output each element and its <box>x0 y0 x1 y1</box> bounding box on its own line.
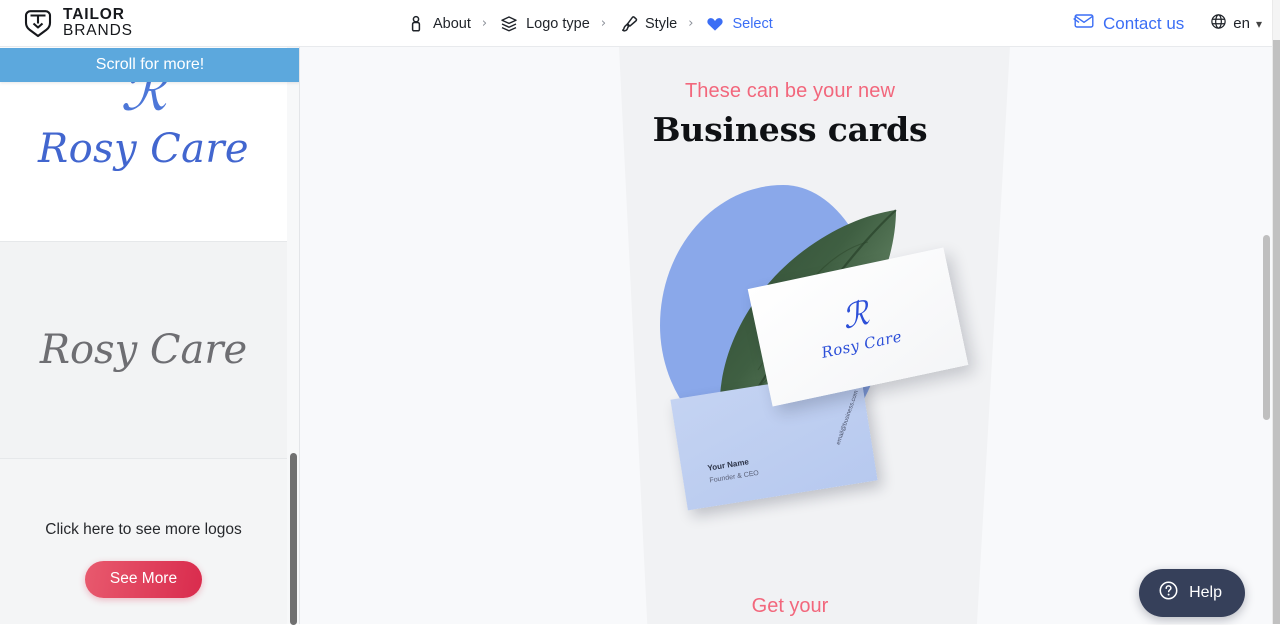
heart-icon <box>705 14 725 34</box>
nav-chevron-3-icon: › <box>688 16 693 31</box>
chevron-down-icon: ▾ <box>1256 17 1262 31</box>
logo-results-sidebar[interactable]: Scroll for more! ℛ Rosy Care Rosy Care C… <box>0 47 300 624</box>
question-circle-icon <box>1158 580 1179 606</box>
card-role-value: Founder & CEO <box>709 470 759 485</box>
wizard-step-nav: About › Logo type › Style › <box>406 0 773 47</box>
paintbrush-icon <box>618 14 638 34</box>
nav-step-logo-type-label: Logo type <box>526 16 590 32</box>
preview-title: Business cards <box>300 110 1280 149</box>
card-name-line: Your Name Founder & CEO <box>707 455 760 486</box>
nav-step-about[interactable]: About <box>406 14 471 34</box>
person-icon <box>406 14 426 34</box>
card-email-value: email@business.com <box>836 390 860 446</box>
nav-step-style[interactable]: Style <box>618 14 677 34</box>
globe-icon <box>1210 13 1227 34</box>
stage-scrollbar[interactable] <box>1262 47 1272 624</box>
layers-icon <box>499 14 519 34</box>
nav-step-select[interactable]: Select <box>705 14 772 34</box>
stage-scrollbar-thumb[interactable] <box>1263 235 1270 420</box>
help-button[interactable]: Help <box>1139 569 1245 617</box>
scroll-for-more-label: Scroll for more! <box>96 56 204 74</box>
card-monogram: ℛ <box>839 298 871 333</box>
tailor-brands-shield-icon <box>22 7 54 39</box>
card-name-value: Your Name <box>707 458 750 473</box>
nav-chevron-1-icon: › <box>482 16 487 31</box>
logo-result-card-2[interactable]: Rosy Care <box>0 242 287 459</box>
contact-us-label: Contact us <box>1103 14 1184 34</box>
top-navigation-bar: TAILOR BRANDS About › Logo typ <box>0 0 1280 47</box>
browser-scrollbar[interactable] <box>1272 0 1280 624</box>
nav-step-select-label: Select <box>732 16 772 32</box>
brand-wordmark: TAILOR BRANDS <box>63 7 133 39</box>
nav-step-style-label: Style <box>645 16 677 32</box>
brand-line-1: TAILOR <box>63 7 133 23</box>
nav-chevron-2-icon: › <box>601 16 606 31</box>
business-card-mockup: Your Name Founder & CEO email@business.c… <box>640 177 970 537</box>
preview-stage: These can be your new Business cards <box>300 47 1280 624</box>
tailor-brands-logo[interactable]: TAILOR BRANDS <box>22 7 133 39</box>
contact-us-link[interactable]: Contact us <box>1073 12 1184 35</box>
sidebar-scrollbar-thumb[interactable] <box>290 453 297 625</box>
preview-kicker: These can be your new <box>300 80 1280 103</box>
preview-heading: These can be your new Business cards <box>300 80 1280 149</box>
nav-step-logo-type[interactable]: Logo type <box>499 14 590 34</box>
scroll-for-more-banner: Scroll for more! <box>0 48 300 82</box>
see-more-logos-text: Click here to see more logos <box>0 521 287 539</box>
see-more-logos-panel: Click here to see more logos See More <box>0 459 287 624</box>
brand-line-2: BRANDS <box>63 23 133 39</box>
sidebar-scrollbar[interactable] <box>289 47 299 624</box>
language-selector[interactable]: en ▾ <box>1210 13 1262 34</box>
nav-step-about-label: About <box>433 16 471 32</box>
top-bar-right-actions: Contact us en ▾ <box>1073 0 1262 47</box>
logo-name-2: Rosy Care <box>40 327 247 373</box>
see-more-button[interactable]: See More <box>85 561 202 598</box>
next-section-kicker: Get your <box>300 595 1280 618</box>
logo-name-1: Rosy Care <box>38 126 249 172</box>
browser-scrollbar-thumb[interactable] <box>1273 40 1280 624</box>
envelope-icon <box>1073 12 1095 35</box>
language-value: en <box>1233 15 1250 32</box>
help-button-label: Help <box>1189 584 1222 602</box>
